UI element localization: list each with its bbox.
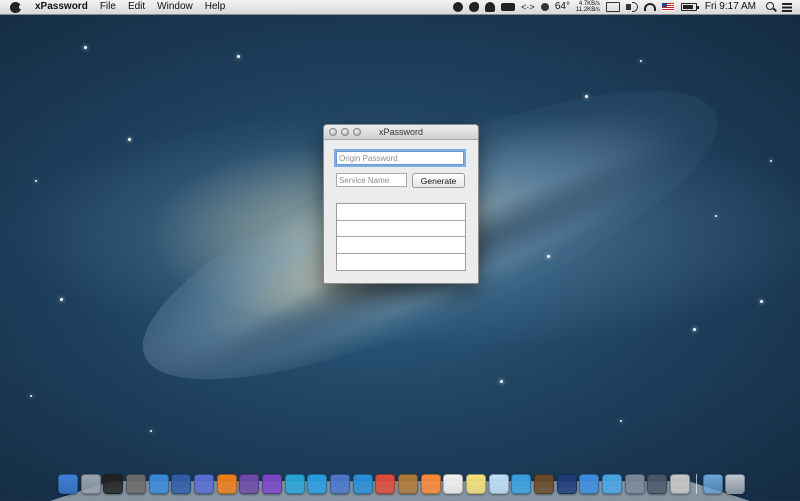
download-speed: 11.2KB/s <box>575 7 600 13</box>
dock-app-icon[interactable] <box>284 474 305 494</box>
table-row[interactable] <box>337 221 465 237</box>
dock-app-icon[interactable] <box>80 474 101 494</box>
network-speed-readout[interactable]: 4.7KB/s 11.2KB/s <box>576 1 600 13</box>
window-title: xPassword <box>378 127 423 137</box>
star <box>60 298 63 301</box>
weather-icon[interactable] <box>540 3 549 11</box>
dock-app-icon[interactable] <box>126 474 146 494</box>
star <box>693 328 696 331</box>
generated-passwords-table <box>336 203 466 271</box>
star <box>128 138 131 141</box>
dock-app-icon[interactable] <box>624 474 645 494</box>
star <box>237 55 240 58</box>
table-row[interactable] <box>337 204 465 221</box>
star <box>715 215 717 217</box>
dock-app-icon[interactable] <box>216 474 237 494</box>
wifi-icon[interactable] <box>643 3 656 11</box>
star <box>35 180 37 182</box>
activity-meter-icon[interactable] <box>605 2 620 12</box>
origin-password-input[interactable] <box>336 151 464 165</box>
xpassword-window: xPassword Generate <box>323 124 479 284</box>
menu-window[interactable]: Window <box>151 0 199 14</box>
dock-app-icon[interactable] <box>602 474 623 494</box>
menu-clock[interactable]: Fri 9:17 AM <box>705 0 756 14</box>
code-arrows-icon[interactable]: <·> <box>521 2 535 12</box>
app-status-icon[interactable] <box>500 3 515 11</box>
dock-app-icon[interactable] <box>670 474 691 494</box>
menu-app-name[interactable]: xPassword <box>29 0 94 14</box>
menu-bar: xPassword File Edit Window Help <·> 64° … <box>0 0 800 15</box>
input-source-flag-icon[interactable] <box>661 3 674 11</box>
dock-separator <box>695 474 697 494</box>
star <box>30 395 32 397</box>
dock-app-icon[interactable] <box>171 474 192 494</box>
apple-menu-icon[interactable] <box>10 1 22 13</box>
menu-file[interactable]: File <box>94 0 122 14</box>
dock-app-icon[interactable] <box>420 474 441 494</box>
notification-center-icon[interactable] <box>782 2 792 12</box>
battery-icon[interactable] <box>680 3 699 11</box>
dock-app-icon[interactable] <box>443 474 464 494</box>
table-row[interactable] <box>337 254 465 271</box>
dock-app-icon[interactable] <box>375 474 396 494</box>
volume-icon[interactable] <box>625 2 638 12</box>
ghost-icon[interactable] <box>484 2 495 12</box>
star <box>150 430 152 432</box>
dock-app-icon[interactable] <box>103 474 124 494</box>
temperature-readout[interactable]: 64° <box>555 0 570 14</box>
dock-app-icon[interactable] <box>194 474 215 494</box>
menu-help[interactable]: Help <box>199 0 232 14</box>
location-icon[interactable] <box>452 2 463 12</box>
star <box>770 160 772 162</box>
spotlight-search-icon[interactable] <box>766 2 776 12</box>
dock-app-icon[interactable] <box>58 474 78 494</box>
star <box>547 255 550 258</box>
dock-app-icon[interactable] <box>148 474 169 494</box>
star <box>640 60 642 62</box>
star <box>500 380 503 383</box>
dock-trash-icon[interactable] <box>725 474 746 494</box>
service-name-input[interactable] <box>336 173 407 187</box>
dock-app-icon[interactable] <box>534 474 555 494</box>
star <box>84 46 87 49</box>
dock-app-icon[interactable] <box>330 474 351 494</box>
dock-app-icon[interactable] <box>262 474 283 494</box>
menu-edit[interactable]: Edit <box>122 0 151 14</box>
dock-app-icon[interactable] <box>556 474 577 494</box>
dock-app-icon[interactable] <box>239 474 260 494</box>
star <box>760 300 763 303</box>
dock <box>58 470 748 494</box>
window-titlebar[interactable]: xPassword <box>324 125 478 140</box>
dock-app-icon[interactable] <box>307 474 328 494</box>
dock-app-icon[interactable] <box>488 474 509 494</box>
dock-app-icon[interactable] <box>466 474 487 494</box>
star <box>585 95 588 98</box>
twitter-bird-icon[interactable] <box>468 2 479 12</box>
dock-app-icon[interactable] <box>398 474 419 494</box>
dock-app-icon[interactable] <box>647 474 668 494</box>
generate-button[interactable]: Generate <box>412 173 465 188</box>
dock-app-icon[interactable] <box>579 474 600 494</box>
dock-folder-stack-icon[interactable] <box>702 474 723 494</box>
table-row[interactable] <box>337 237 465 254</box>
dock-app-icon[interactable] <box>352 474 373 494</box>
star <box>620 420 622 422</box>
dock-app-icon[interactable] <box>511 474 532 494</box>
